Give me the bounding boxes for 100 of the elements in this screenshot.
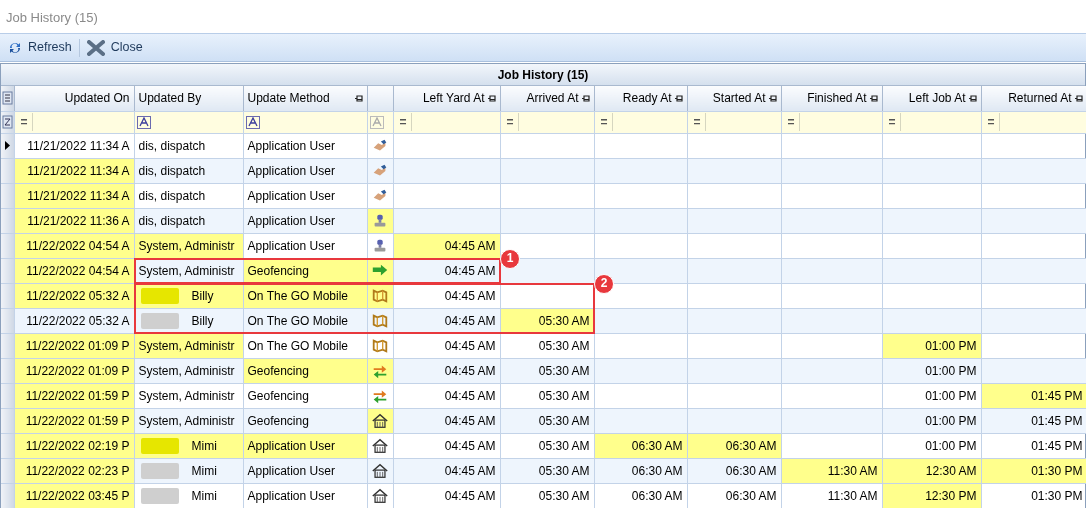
filter-clear-icon[interactable] xyxy=(1,115,13,129)
table-cell: 11/21/2022 11:34 A xyxy=(27,188,130,203)
table-cell: 06:30 AM xyxy=(725,463,777,478)
table-cell: 04:45 AM xyxy=(444,388,496,403)
filter-operator[interactable]: = xyxy=(16,113,33,131)
pin-icon[interactable] xyxy=(580,93,590,103)
table-cell: 05:30 AM xyxy=(538,363,590,378)
pin-icon[interactable] xyxy=(673,93,683,103)
table-cell: Application User xyxy=(247,488,335,503)
table-cell: 05:30 AM xyxy=(538,438,590,453)
table-cell: Application User xyxy=(247,213,335,228)
table-cell: Geofencing xyxy=(247,413,309,428)
table-cell: Billy xyxy=(191,288,214,303)
table-cell: 01:00 PM xyxy=(925,413,977,428)
table-cell: 11/21/2022 11:34 A xyxy=(27,138,130,153)
table-cell: 01:00 PM xyxy=(925,363,977,378)
pin-icon[interactable] xyxy=(967,93,977,103)
table-cell: 04:45 AM xyxy=(444,488,496,503)
table-cell: 01:00 PM xyxy=(925,338,977,353)
pin-icon[interactable] xyxy=(353,93,363,103)
table-cell: 11:30 AM xyxy=(827,463,878,478)
table-cell: 11/22/2022 01:59 P xyxy=(25,388,130,403)
filter-operator[interactable]: = xyxy=(395,113,412,131)
table-cell: System, Administr xyxy=(138,388,235,403)
table-cell: 04:45 AM xyxy=(444,413,496,428)
table-cell: 05:30 AM xyxy=(538,388,590,403)
callout-number: 1 xyxy=(500,249,520,269)
table-cell: 04:45 AM xyxy=(444,238,496,253)
grid-caption: Job History (15) xyxy=(497,68,589,82)
pin-icon[interactable] xyxy=(486,93,496,103)
filter-operator[interactable]: = xyxy=(689,113,706,131)
table-cell: Application User xyxy=(247,463,335,478)
table-cell: 01:30 PM xyxy=(1031,463,1083,478)
text-filter-icon[interactable] xyxy=(245,115,260,129)
table-cell: Application User xyxy=(247,138,335,153)
table-cell: Geofencing xyxy=(247,263,309,278)
table-cell: 04:45 AM xyxy=(444,338,496,353)
table-cell: System, Administr xyxy=(138,263,235,278)
refresh-button[interactable]: Refresh xyxy=(4,36,76,59)
table-cell: 06:30 AM xyxy=(631,463,683,478)
table-cell: 05:30 AM xyxy=(538,463,590,478)
pin-icon[interactable] xyxy=(868,93,878,103)
table-cell: 04:45 AM xyxy=(444,438,496,453)
table-cell: 12:30 AM xyxy=(925,463,977,478)
table-cell: 11/22/2022 05:32 A xyxy=(26,288,130,303)
table-cell: dis, dispatch xyxy=(138,213,206,228)
table-cell: On The GO Mobile xyxy=(247,338,348,353)
filter-operator[interactable]: = xyxy=(502,113,519,131)
table-cell: 11/22/2022 02:23 P xyxy=(25,463,130,478)
table-cell: 05:30 AM xyxy=(538,413,590,428)
pin-icon[interactable] xyxy=(767,93,777,103)
column-chooser-icon[interactable] xyxy=(1,91,13,106)
filter-operator[interactable]: = xyxy=(596,113,613,131)
table-cell: 04:45 AM xyxy=(444,463,496,478)
table-cell: dis, dispatch xyxy=(138,188,206,203)
pin-icon[interactable] xyxy=(1073,93,1083,103)
table-cell: 01:00 PM xyxy=(925,438,977,453)
table-cell: 11/22/2022 04:54 A xyxy=(26,238,130,253)
table-cell: Application User xyxy=(247,163,335,178)
table-cell: Mimi xyxy=(191,438,217,453)
close-button[interactable]: Close xyxy=(82,36,147,59)
window-title: Job History (15) xyxy=(6,10,98,25)
table-cell: 06:30 AM xyxy=(725,438,777,453)
table-cell: 04:45 AM xyxy=(444,263,496,278)
table-cell: 11/22/2022 02:19 P xyxy=(25,438,130,453)
table-cell: 12:30 PM xyxy=(925,488,977,503)
table-cell: 05:30 AM xyxy=(538,313,590,328)
table-cell: System, Administr xyxy=(138,413,235,428)
table-cell: 05:30 AM xyxy=(538,338,590,353)
table-cell: 04:45 AM xyxy=(444,288,496,303)
row-selector[interactable] xyxy=(1,133,14,158)
filter-operator[interactable]: = xyxy=(983,113,1000,131)
table-cell: On The GO Mobile xyxy=(247,288,348,303)
table-cell: Application User xyxy=(247,188,335,203)
table-cell: System, Administr xyxy=(138,238,235,253)
table-cell: 11/22/2022 01:09 P xyxy=(25,338,130,353)
table-cell: 06:30 AM xyxy=(725,488,777,503)
table-cell: On The GO Mobile xyxy=(247,313,348,328)
table-cell: dis, dispatch xyxy=(138,138,206,153)
table-cell: 04:45 AM xyxy=(444,313,496,328)
table-cell: Application User xyxy=(247,238,335,253)
filter-operator[interactable]: = xyxy=(783,113,800,131)
table-cell: Geofencing xyxy=(247,388,309,403)
table-cell: 11/22/2022 04:54 A xyxy=(26,263,130,278)
table-cell: 11/22/2022 03:45 P xyxy=(25,488,130,503)
table-cell: 11/21/2022 11:36 A xyxy=(27,213,130,228)
table-cell: 05:30 AM xyxy=(538,488,590,503)
table-cell: System, Administr xyxy=(138,338,235,353)
table-cell: Mimi xyxy=(191,463,217,478)
table-cell: 01:45 PM xyxy=(1031,438,1083,453)
table-cell: 01:45 PM xyxy=(1031,388,1083,403)
table-cell: 06:30 AM xyxy=(631,488,683,503)
table-cell: 11/22/2022 01:59 P xyxy=(25,413,130,428)
table-cell: Geofencing xyxy=(247,363,309,378)
table-cell: System, Administr xyxy=(138,363,235,378)
table-cell: 11/22/2022 01:09 P xyxy=(25,363,130,378)
text-filter-icon[interactable] xyxy=(136,115,151,129)
table-cell: 11/22/2022 05:32 A xyxy=(26,313,130,328)
close-icon xyxy=(86,39,105,56)
filter-operator[interactable]: = xyxy=(884,113,901,131)
